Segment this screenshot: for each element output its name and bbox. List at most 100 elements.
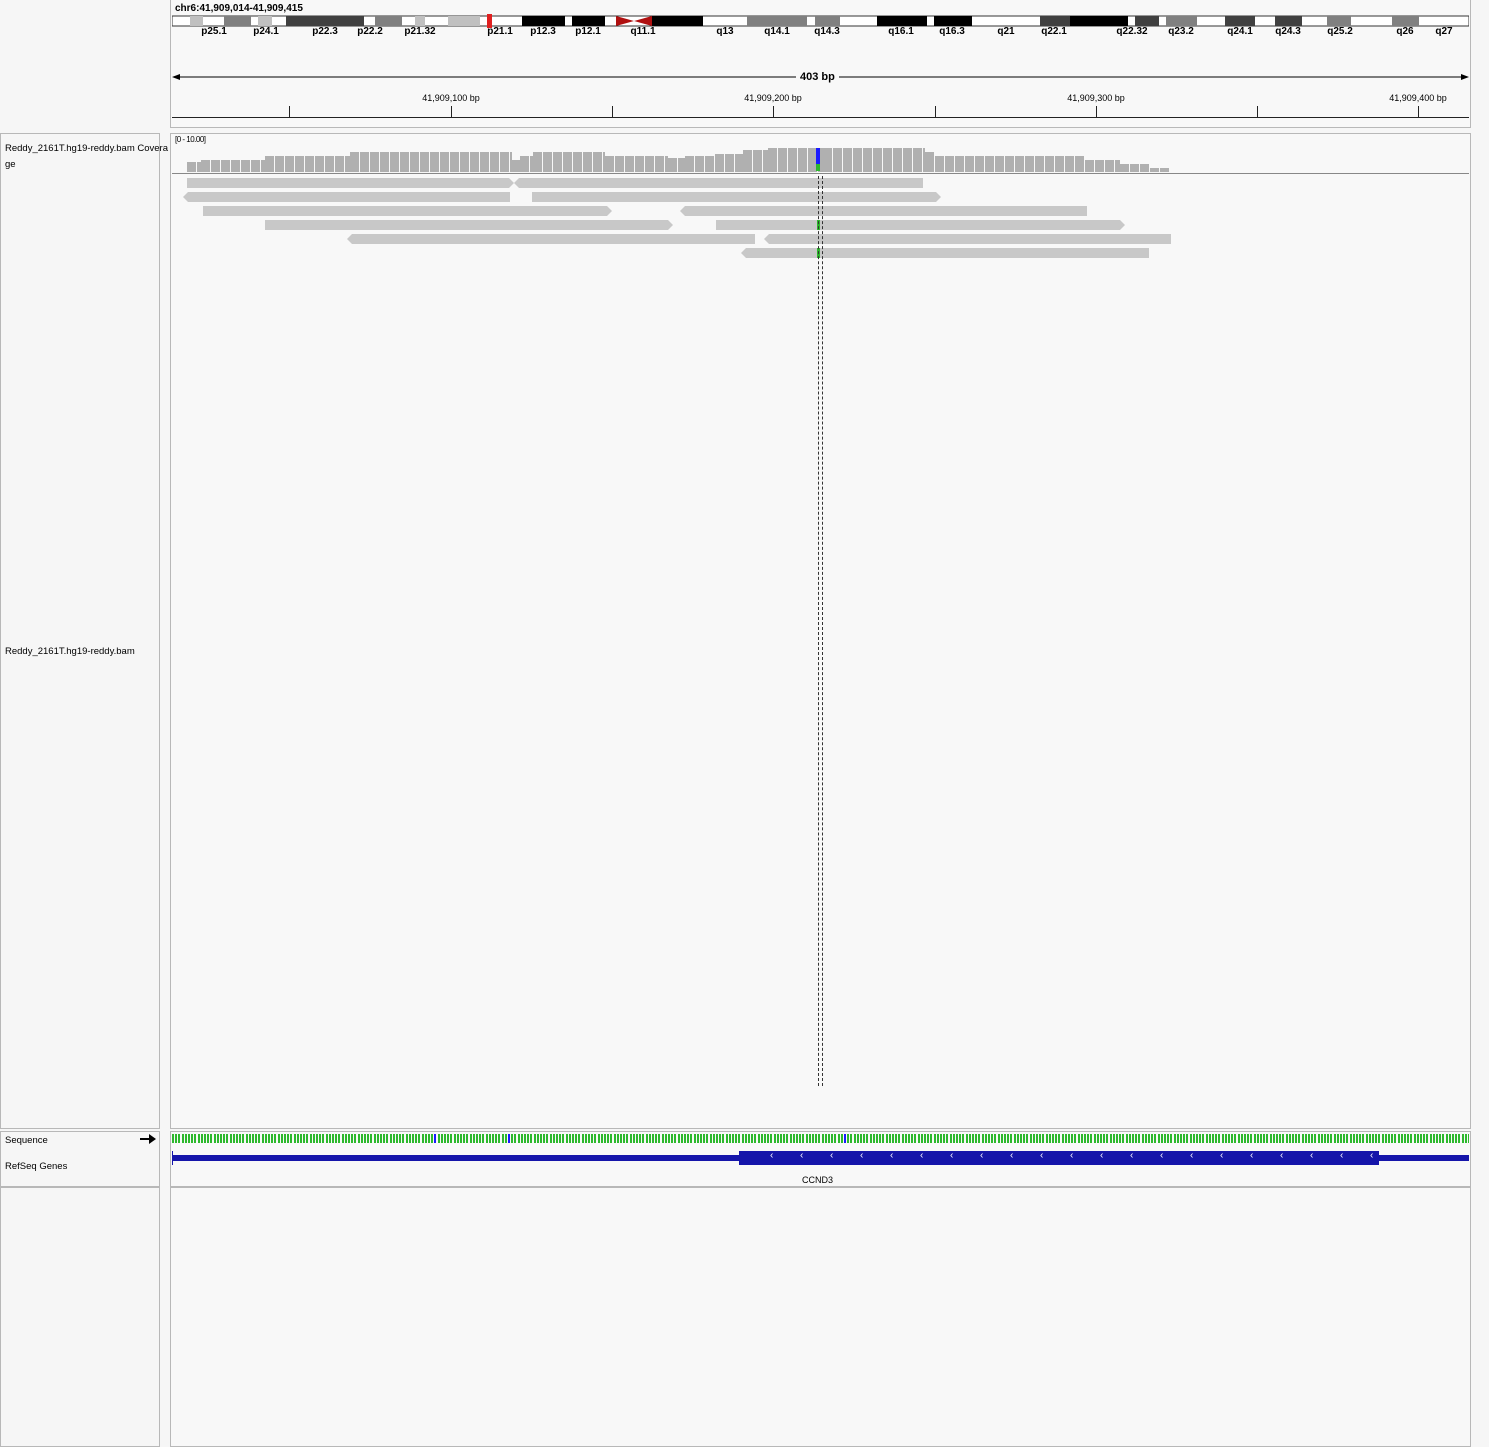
coverage-bar [1085,160,1094,172]
coverage-variant-green[interactable] [816,164,820,171]
sequence-base [888,1134,891,1143]
sequence-base [1176,1134,1179,1143]
sequence-base [1442,1134,1445,1143]
sequence-base [1096,1134,1099,1143]
sequence-base [1144,1134,1147,1143]
coverage-bar [1065,156,1074,172]
sequence-base [1080,1134,1083,1143]
sequence-base [1157,1134,1160,1143]
coverage-bar [645,156,654,172]
sequence-base [1359,1134,1362,1143]
alignment-panel[interactable] [170,133,1471,1129]
aligned-read[interactable] [716,220,1125,230]
sequence-base [1468,1134,1469,1143]
sequence-base [1413,1134,1416,1143]
gene-name-label[interactable]: CCND3 [802,1175,833,1185]
sequence-base [1423,1134,1426,1143]
aligned-read[interactable] [203,206,612,216]
sequence-track[interactable] [172,1134,1469,1143]
sequence-base [677,1134,680,1143]
sequence-base [972,1134,974,1143]
sequence-base [751,1134,754,1143]
coverage-bar [655,156,664,172]
sequence-base [1340,1134,1342,1143]
aligned-read[interactable] [514,178,923,188]
sequence-base [1455,1134,1458,1143]
sequence-base [597,1134,600,1143]
sequence-base [524,1134,526,1143]
sequence-base [1058,1134,1061,1143]
sequence-base [776,1134,779,1143]
aligned-read[interactable] [265,220,673,230]
sequence-base [844,1134,846,1143]
alignment-track-name[interactable]: Reddy_2161T.hg19-reddy.bam [5,646,135,657]
sequence-base [1378,1134,1381,1143]
sequence-base [920,1134,923,1143]
ideogram-band-label: q23.2 [1168,26,1194,37]
sequence-base [309,1134,312,1143]
ruler-major-tick [1418,106,1419,117]
coverage-bar [1150,168,1159,172]
empty-data-panel [170,1187,1471,1447]
sequence-base [431,1134,434,1143]
sequence-base [1016,1134,1019,1143]
sequence-base [405,1134,408,1143]
ideogram-band-label: q14.1 [764,26,790,37]
sequence-base [1400,1134,1403,1143]
coverage-track-name[interactable]: Reddy_2161T.hg19-reddy.bam Coverage [5,141,171,173]
aligned-read[interactable] [347,234,755,244]
sequence-base [220,1134,222,1143]
ruler-tick-label: 41,909,300 bp [1067,93,1125,103]
sequence-base [700,1134,702,1143]
sequence-base [511,1134,514,1143]
sequence-base [207,1134,210,1143]
ruler-major-tick [1096,106,1097,117]
aligned-read[interactable] [187,178,514,188]
sequence-base [1327,1134,1330,1143]
sequence-base [191,1134,194,1143]
strand-arrow-icon[interactable] [140,1134,156,1144]
sequence-base [255,1134,258,1143]
sequence-base [1397,1134,1400,1143]
sequence-track-name[interactable]: Sequence [5,1135,48,1146]
sequence-base [696,1134,699,1143]
sequence-base [479,1134,482,1143]
sequence-base [1381,1134,1384,1143]
genes-track-name[interactable]: RefSeq Genes [5,1161,67,1172]
track-names-panel [0,133,160,1129]
sequence-base [1362,1134,1365,1143]
sequence-base [1288,1134,1291,1143]
sequence-base [581,1134,584,1143]
aligned-read[interactable] [532,192,941,202]
sequence-base [1375,1134,1378,1143]
coverage-bar [788,148,797,172]
sequence-base [1343,1134,1346,1143]
sequence-base [351,1134,354,1143]
center-line-left [818,176,819,1086]
coverage-bar [573,152,582,172]
sequence-base [709,1134,712,1143]
coverage-variant-blue[interactable] [816,148,820,164]
sequence-base [1256,1134,1259,1143]
coverage-bar [778,148,787,172]
sequence-base [1317,1134,1320,1143]
sequence-base [367,1134,370,1143]
sequence-base [1071,1134,1074,1143]
sequence-base [277,1134,280,1143]
sequence-base [1093,1134,1096,1143]
sequence-base [805,1134,808,1143]
sequence-base [396,1134,398,1143]
sequence-base [383,1134,386,1143]
sequence-base [290,1134,293,1143]
coverage-bar [295,156,304,172]
sequence-base [412,1134,414,1143]
ideogram-band-label: p21.1 [487,26,513,37]
aligned-read[interactable] [680,206,1087,216]
aligned-read[interactable] [764,234,1171,244]
coverage-bar [635,156,644,172]
aligned-read[interactable] [183,192,510,202]
sequence-base [629,1134,632,1143]
sequence-base [594,1134,597,1143]
aligned-read[interactable] [741,248,1149,258]
sequence-base [1199,1134,1202,1143]
